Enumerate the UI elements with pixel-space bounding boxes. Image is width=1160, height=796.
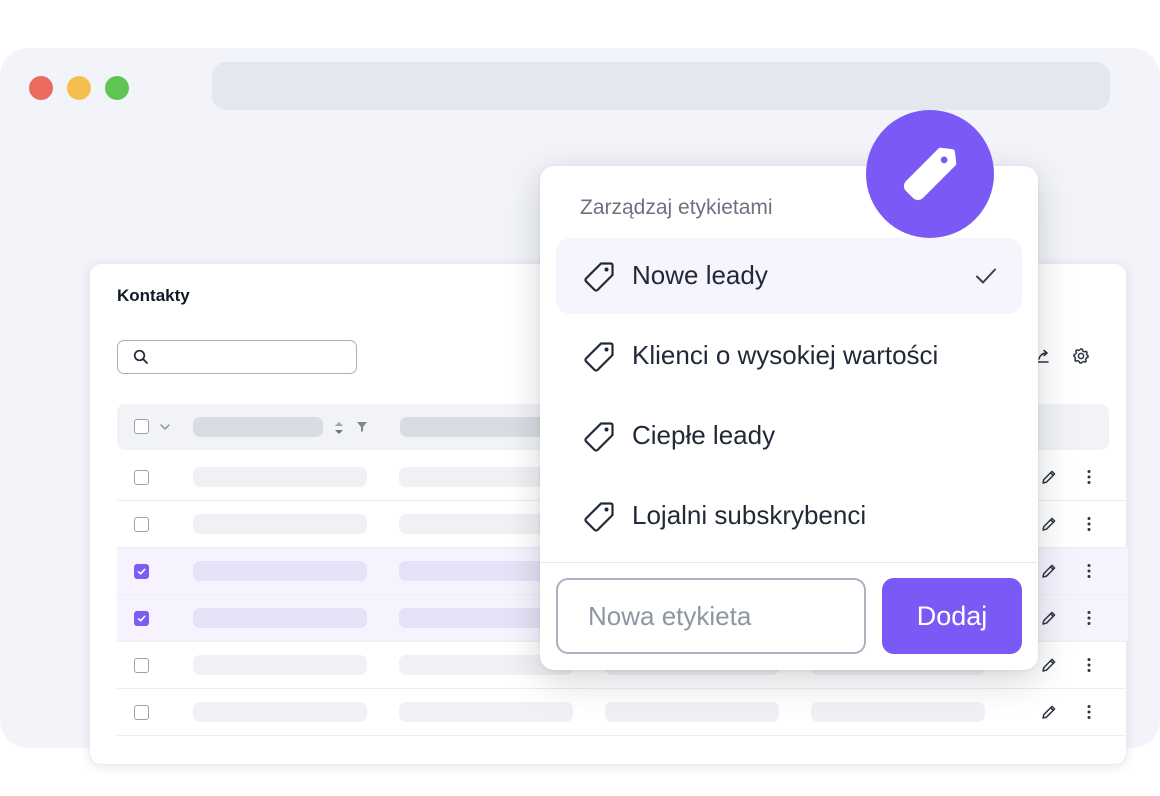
new-label-input[interactable] (556, 578, 866, 654)
checkmark-icon (137, 615, 146, 622)
search-icon (133, 349, 148, 364)
label-item-text: Ciepłe leady (632, 420, 776, 450)
window-close-button[interactable] (29, 76, 53, 100)
cell-placeholder (605, 702, 779, 722)
address-bar[interactable] (212, 62, 1110, 110)
cell-placeholder (193, 655, 367, 675)
pencil-icon[interactable] (1040, 562, 1058, 580)
cell-placeholder (399, 702, 573, 722)
label-item-text: Lojalni subskrybenci (632, 500, 867, 530)
column-header (193, 417, 323, 437)
cell-placeholder (193, 702, 367, 722)
check-icon (976, 268, 996, 284)
cell-placeholder (193, 467, 367, 487)
label-item-nowe-leady[interactable]: Nowe leady (556, 238, 1022, 314)
pencil-icon[interactable] (1040, 515, 1058, 533)
tag-icon (584, 262, 614, 292)
search-input[interactable] (154, 341, 353, 374)
pencil-icon[interactable] (1040, 468, 1058, 486)
label-item-klienci-o-wysokiej-wartosci[interactable]: Klienci o wysokiej wartości (556, 318, 1022, 394)
pencil-icon[interactable] (1040, 609, 1058, 627)
label-item-cieple-leady[interactable]: Ciepłe leady (556, 398, 1022, 474)
tag-badge (866, 110, 994, 238)
row-checkbox[interactable] (134, 611, 149, 626)
filter-icon[interactable] (356, 421, 368, 433)
tag-icon (584, 342, 614, 372)
cell-placeholder (811, 702, 985, 722)
more-vertical-icon[interactable] (1085, 703, 1093, 721)
tag-icon (584, 422, 614, 452)
more-vertical-icon[interactable] (1085, 515, 1093, 533)
page-title: Kontakty (117, 286, 190, 305)
tag-icon (584, 502, 614, 532)
checkmark-icon (137, 568, 146, 575)
cell-placeholder (193, 514, 367, 534)
row-checkbox[interactable] (134, 517, 149, 532)
cell-placeholder (193, 561, 367, 581)
more-vertical-icon[interactable] (1085, 468, 1093, 486)
label-item-lojalni-subskrybenci[interactable]: Lojalni subskrybenci (556, 478, 1022, 554)
tag-icon (903, 147, 957, 201)
row-checkbox[interactable] (134, 470, 149, 485)
sort-icon[interactable] (333, 420, 345, 436)
popup-title: Zarządzaj etykietami (580, 196, 773, 219)
divider (540, 562, 1038, 563)
more-vertical-icon[interactable] (1085, 609, 1093, 627)
more-vertical-icon[interactable] (1085, 562, 1093, 580)
cell-placeholder (193, 608, 367, 628)
add-label-button[interactable]: Dodaj (882, 578, 1022, 654)
chevron-down-icon[interactable] (159, 422, 171, 432)
pencil-icon[interactable] (1040, 656, 1058, 674)
column-header (400, 417, 560, 437)
more-vertical-icon[interactable] (1085, 656, 1093, 674)
table-row[interactable] (117, 689, 1128, 736)
window-minimize-button[interactable] (67, 76, 91, 100)
row-checkbox[interactable] (134, 564, 149, 579)
search-box[interactable] (117, 340, 357, 374)
window-maximize-button[interactable] (105, 76, 129, 100)
row-checkbox[interactable] (134, 705, 149, 720)
pencil-icon[interactable] (1040, 703, 1058, 721)
row-checkbox[interactable] (134, 658, 149, 673)
gear-icon[interactable] (1072, 347, 1090, 365)
label-item-text: Nowe leady (632, 260, 768, 290)
label-manager-popup: Zarządzaj etykietami Nowe leady Klienci … (540, 166, 1038, 670)
label-item-text: Klienci o wysokiej wartości (632, 340, 939, 370)
select-all-checkbox[interactable] (134, 419, 149, 434)
